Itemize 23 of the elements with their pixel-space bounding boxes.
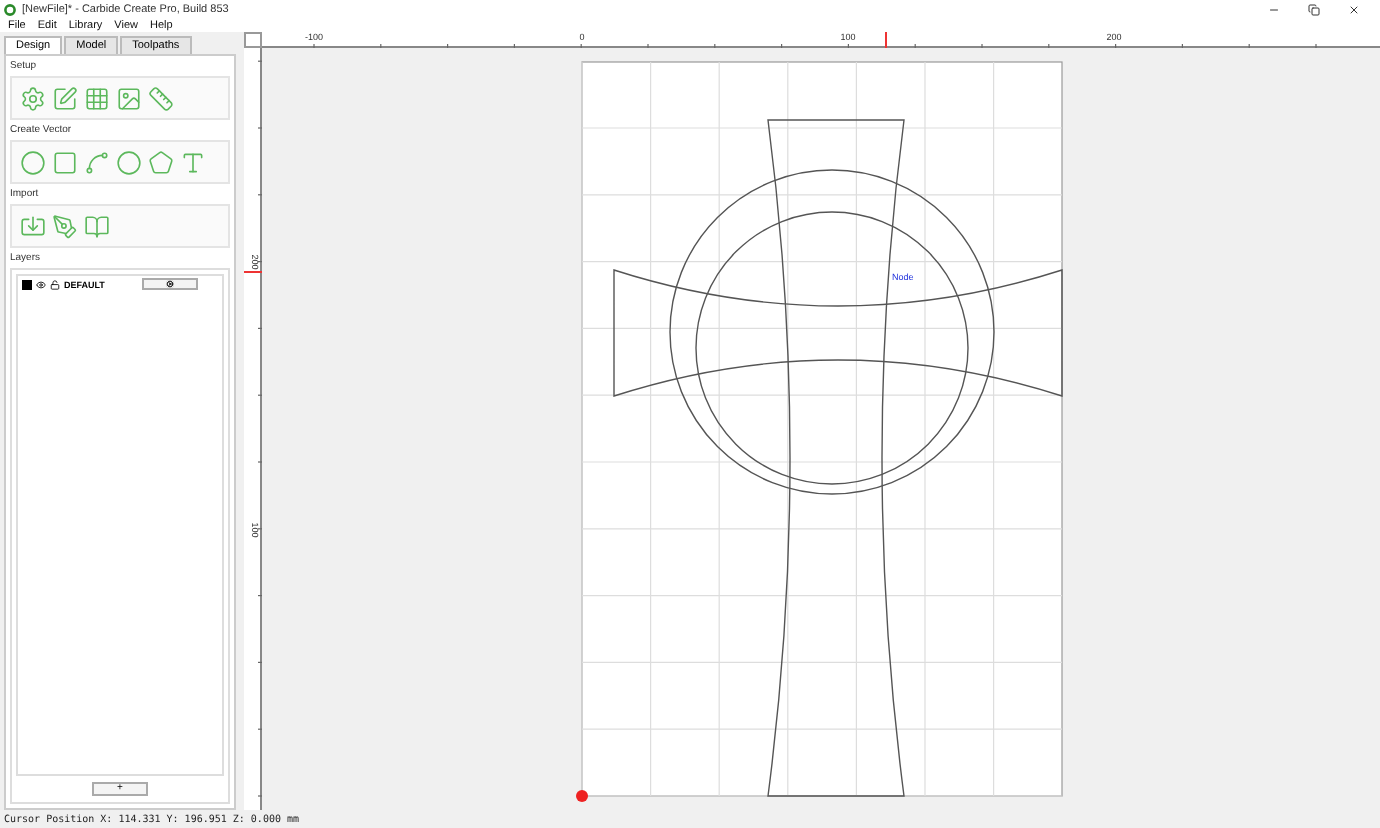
square-icon[interactable] bbox=[52, 149, 78, 175]
grid-icon[interactable] bbox=[84, 85, 110, 111]
restore-icon[interactable] bbox=[1308, 3, 1320, 15]
layer-color-swatch[interactable] bbox=[22, 279, 32, 289]
lock-icon[interactable] bbox=[50, 279, 60, 289]
book-icon[interactable] bbox=[84, 213, 110, 239]
ruler-icon[interactable] bbox=[148, 85, 174, 111]
minimize-icon[interactable] bbox=[1268, 3, 1280, 15]
origin-icon bbox=[576, 790, 588, 802]
image-icon[interactable] bbox=[116, 85, 142, 111]
layer-settings-button[interactable] bbox=[142, 278, 198, 290]
import-icon[interactable] bbox=[20, 213, 46, 239]
edit-square-icon[interactable] bbox=[52, 85, 78, 111]
text-tool-icon[interactable] bbox=[180, 149, 206, 175]
polyline-icon[interactable] bbox=[84, 149, 110, 175]
pentagon-icon[interactable] bbox=[148, 149, 174, 175]
circle-icon[interactable] bbox=[20, 149, 46, 175]
close-icon[interactable] bbox=[1348, 3, 1360, 15]
eye-icon[interactable] bbox=[36, 279, 46, 289]
pen-icon[interactable] bbox=[52, 213, 78, 239]
app-logo-icon bbox=[4, 3, 16, 15]
cursor-marker bbox=[885, 32, 887, 48]
cursor-marker bbox=[244, 271, 262, 273]
